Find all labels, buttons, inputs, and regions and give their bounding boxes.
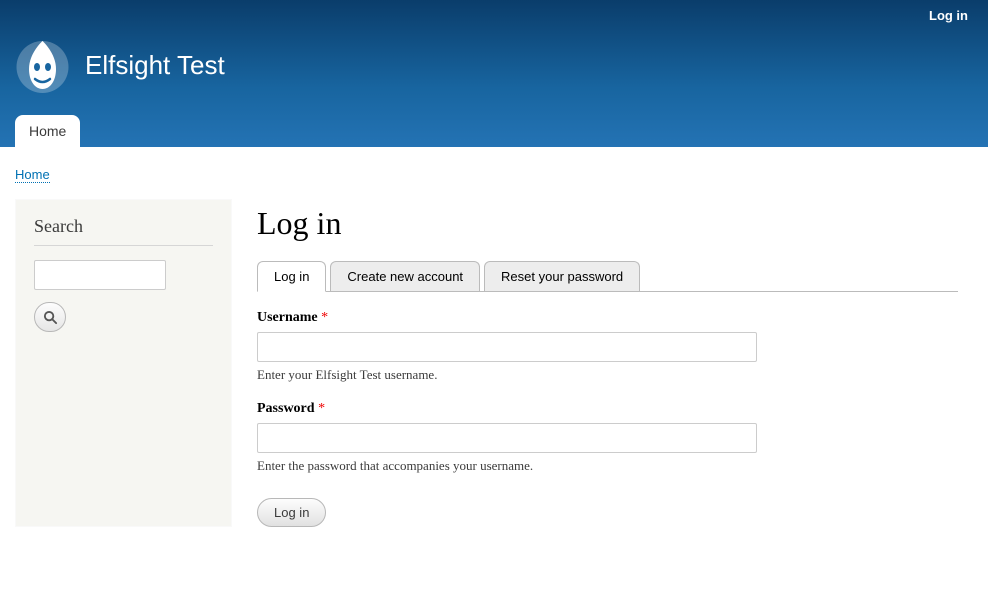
site-logo[interactable] (15, 35, 70, 95)
search-button[interactable] (34, 302, 66, 332)
login-form: Username * Enter your Elfsight Test user… (257, 310, 958, 527)
password-input[interactable] (257, 423, 757, 453)
page-title: Log in (257, 205, 958, 242)
main-content: Log in Log in Create new account Reset y… (257, 199, 973, 527)
sidebar: Search (15, 199, 232, 527)
login-link[interactable]: Log in (929, 8, 968, 23)
breadcrumb: Home (15, 162, 973, 199)
search-input[interactable] (34, 260, 166, 290)
password-description: Enter the password that accompanies your… (257, 458, 958, 474)
search-icon (43, 310, 58, 325)
main-nav: Home (0, 115, 988, 147)
username-label: Username * (257, 310, 958, 326)
tab-login[interactable]: Log in (257, 261, 326, 292)
branding: Elfsight Test (0, 25, 988, 115)
tab-reset-password[interactable]: Reset your password (484, 261, 640, 291)
topbar: Log in (0, 0, 988, 25)
drupal-icon (15, 35, 70, 95)
tab-create-account[interactable]: Create new account (330, 261, 480, 291)
breadcrumb-home[interactable]: Home (15, 167, 50, 183)
required-mark: * (321, 310, 328, 325)
search-block-title: Search (34, 216, 213, 246)
username-field-wrapper: Username * Enter your Elfsight Test user… (257, 310, 958, 383)
page-body: Home Search Log in Log in Create new ac (0, 147, 988, 542)
password-label: Password * (257, 401, 958, 417)
password-field-wrapper: Password * Enter the password that accom… (257, 401, 958, 474)
username-input[interactable] (257, 332, 757, 362)
login-submit-button[interactable]: Log in (257, 498, 326, 527)
password-label-text: Password (257, 401, 315, 416)
site-header: Log in Elfsight Test Home (0, 0, 988, 147)
site-name[interactable]: Elfsight Test (85, 50, 225, 81)
username-label-text: Username (257, 310, 318, 325)
username-description: Enter your Elfsight Test username. (257, 367, 958, 383)
nav-home[interactable]: Home (15, 115, 80, 147)
required-mark: * (318, 401, 325, 416)
local-tabs: Log in Create new account Reset your pas… (257, 260, 958, 292)
